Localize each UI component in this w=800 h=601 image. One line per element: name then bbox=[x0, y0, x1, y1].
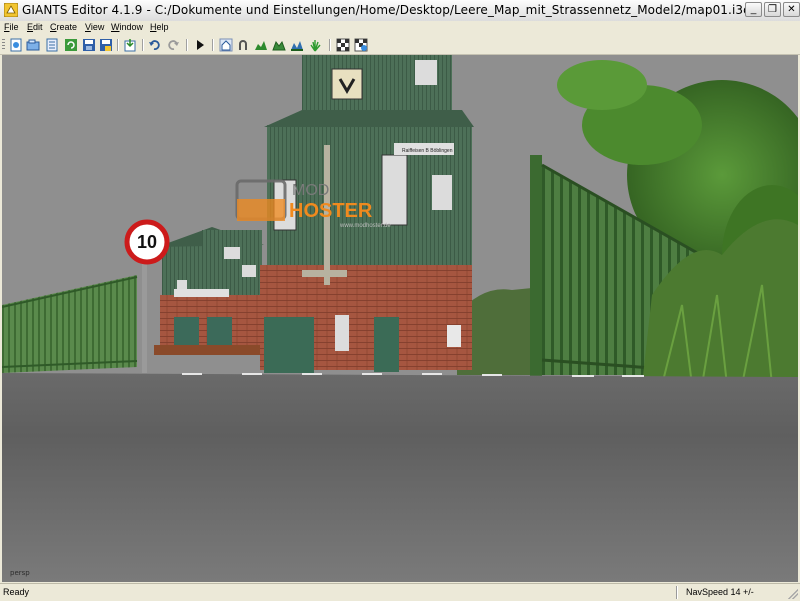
close-button[interactable]: ✕ bbox=[783, 2, 800, 17]
toolbar-separator bbox=[212, 39, 214, 51]
redo-icon[interactable] bbox=[166, 38, 180, 52]
menu-create[interactable]: Create bbox=[50, 22, 77, 32]
watermark-top: MOD bbox=[292, 182, 329, 199]
watermark-bottom: HOSTER bbox=[289, 200, 373, 222]
terrain-smooth-icon[interactable] bbox=[290, 38, 304, 52]
toolbar-separator bbox=[329, 39, 331, 51]
refresh-icon[interactable] bbox=[64, 38, 78, 52]
3d-viewport[interactable]: 10 MOD HOSTER www.modhoster.de Raiffeise… bbox=[2, 55, 798, 582]
road-surface bbox=[2, 373, 798, 582]
import-icon[interactable] bbox=[123, 38, 137, 52]
menu-window[interactable]: Window bbox=[111, 22, 143, 32]
toolbar-separator bbox=[117, 39, 119, 51]
title-bar[interactable]: GIANTS Editor 4.1.9 - C:/Dokumente und E… bbox=[0, 0, 800, 22]
speed-sign-value: 10 bbox=[137, 232, 157, 252]
menu-bar: File Edit Create View Window Help bbox=[0, 21, 800, 36]
foliage-icon[interactable] bbox=[308, 38, 322, 52]
watermark-url: www.modhoster.de bbox=[339, 223, 391, 229]
new-file-icon[interactable] bbox=[9, 38, 23, 52]
status-text: Ready bbox=[3, 587, 30, 597]
magnet-icon[interactable] bbox=[236, 38, 250, 52]
scene-render[interactable]: 10 MOD HOSTER www.modhoster.de Raiffeise… bbox=[2, 55, 798, 582]
menu-file[interactable]: File bbox=[4, 22, 19, 32]
status-separator bbox=[676, 586, 678, 599]
toolbar-separator bbox=[142, 39, 144, 51]
resize-grip[interactable] bbox=[788, 589, 798, 599]
terrain-paint-icon[interactable] bbox=[254, 38, 268, 52]
checker-icon[interactable] bbox=[336, 38, 350, 52]
menu-edit[interactable]: Edit bbox=[27, 22, 43, 32]
open-file-icon[interactable] bbox=[26, 38, 40, 52]
toolbar-grip[interactable] bbox=[2, 39, 5, 51]
checker-edit-icon[interactable] bbox=[354, 38, 368, 52]
building-sign: Raiffeisen B Böblingen bbox=[402, 148, 453, 154]
restore-button[interactable]: ❐ bbox=[764, 2, 781, 17]
save-as-icon[interactable] bbox=[99, 38, 113, 52]
save-icon[interactable] bbox=[82, 38, 96, 52]
nav-speed-readout: NavSpeed 14 +/- bbox=[686, 587, 754, 597]
menu-view[interactable]: View bbox=[85, 22, 104, 32]
toolbar-separator bbox=[186, 39, 188, 51]
toolbar bbox=[0, 36, 800, 55]
editor-window: GIANTS Editor 4.1.9 - C:/Dokumente und E… bbox=[0, 0, 800, 601]
camera-label: persp bbox=[10, 569, 30, 577]
home-icon[interactable] bbox=[219, 38, 233, 52]
undo-icon[interactable] bbox=[148, 38, 162, 52]
scene-list-icon[interactable] bbox=[45, 38, 59, 52]
menu-help[interactable]: Help bbox=[150, 22, 169, 32]
window-title: GIANTS Editor 4.1.9 - C:/Dokumente und E… bbox=[22, 3, 751, 17]
status-bar: Ready NavSpeed 14 +/- bbox=[0, 583, 800, 601]
play-icon[interactable] bbox=[193, 38, 207, 52]
minimize-button[interactable]: _ bbox=[745, 2, 762, 17]
giants-app-icon bbox=[4, 3, 18, 17]
terrain-sculpt-icon[interactable] bbox=[272, 38, 286, 52]
